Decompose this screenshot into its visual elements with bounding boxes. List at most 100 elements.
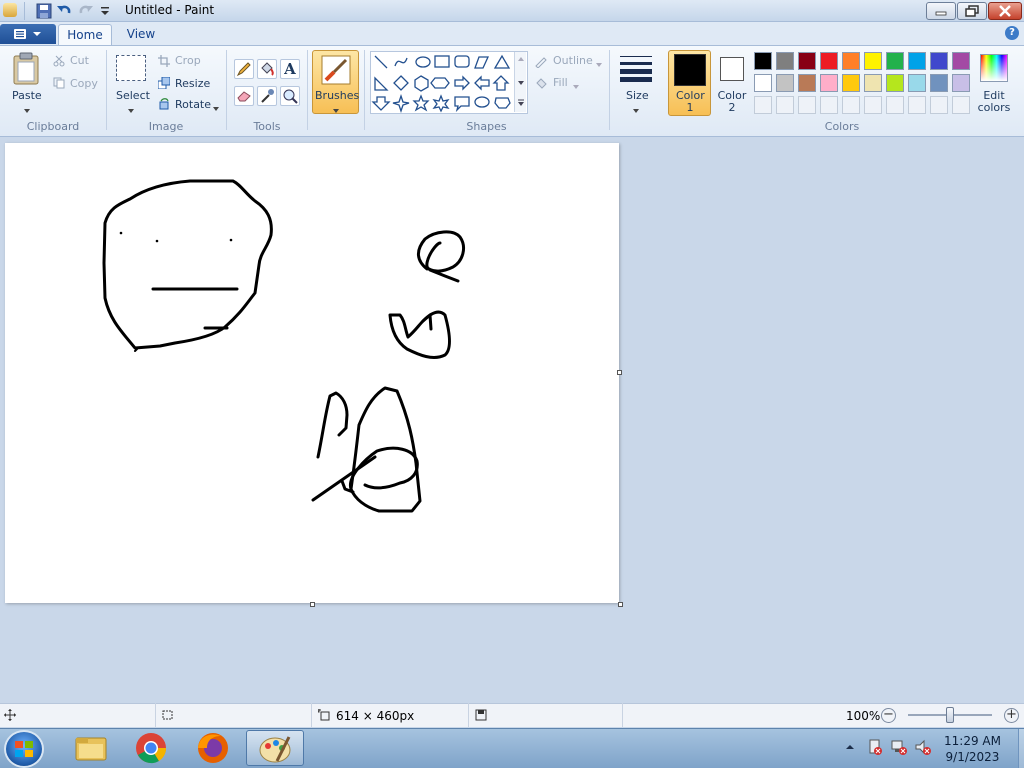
outline-button[interactable]: Outline — [553, 54, 593, 67]
paste-icon[interactable] — [12, 52, 40, 86]
tools-group-label: Tools — [253, 120, 281, 133]
canvas-resize-handle-bottom[interactable] — [310, 602, 315, 607]
paint-app-icon — [3, 3, 17, 17]
palette-color-swatch[interactable] — [754, 74, 772, 92]
color2-number[interactable]: 2 — [717, 101, 747, 114]
fill-button[interactable]: Fill — [553, 76, 568, 89]
group-separator — [307, 50, 308, 130]
palette-empty-swatch[interactable] — [908, 96, 926, 114]
canvas-resize-handle-corner[interactable] — [618, 602, 623, 607]
size-icon[interactable] — [619, 54, 653, 82]
fill-dropdown-icon[interactable] — [572, 80, 580, 89]
palette-color-swatch[interactable] — [798, 52, 816, 70]
taskbar-clock[interactable]: 11:29 AM 9/1/2023 — [930, 733, 1015, 765]
palette-color-swatch[interactable] — [886, 52, 904, 70]
color-picker-icon[interactable] — [257, 86, 277, 106]
taskbar-firefox[interactable] — [185, 730, 241, 766]
crop-icon — [158, 55, 170, 67]
redo-icon[interactable] — [78, 3, 94, 19]
select-button-label[interactable]: Select — [116, 89, 150, 102]
resize-icon — [157, 76, 171, 90]
palette-color-swatch[interactable] — [864, 52, 882, 70]
show-hidden-icons-icon[interactable] — [845, 742, 855, 752]
help-icon[interactable]: ? — [1005, 26, 1019, 40]
palette-empty-swatch[interactable] — [886, 96, 904, 114]
drawing-canvas[interactable] — [5, 143, 619, 603]
tab-view[interactable]: View — [116, 24, 166, 46]
resize-button[interactable]: Resize — [175, 77, 210, 90]
palette-empty-swatch[interactable] — [820, 96, 838, 114]
paste-dropdown-icon[interactable] — [23, 104, 31, 113]
magnifier-icon[interactable] — [280, 86, 300, 106]
show-desktop-button[interactable] — [1018, 729, 1024, 768]
copy-button[interactable]: Copy — [70, 77, 98, 90]
taskbar-paint[interactable] — [246, 730, 304, 766]
cut-button[interactable]: Cut — [70, 54, 89, 67]
crop-button[interactable]: Crop — [175, 54, 201, 67]
zoom-in-icon[interactable]: + — [1004, 708, 1019, 723]
palette-empty-swatch[interactable] — [776, 96, 794, 114]
rotate-dropdown-icon[interactable] — [212, 102, 220, 111]
start-button[interactable] — [4, 730, 44, 768]
palette-color-swatch[interactable] — [842, 52, 860, 70]
group-separator — [609, 50, 610, 130]
color2-swatch[interactable] — [720, 57, 744, 81]
brushes-dropdown-icon[interactable] — [332, 104, 340, 113]
zoom-slider-thumb[interactable] — [946, 707, 954, 723]
network-icon[interactable] — [890, 738, 908, 756]
palette-color-swatch[interactable] — [930, 52, 948, 70]
palette-empty-swatch[interactable] — [930, 96, 948, 114]
palette-color-swatch[interactable] — [952, 52, 970, 70]
palette-color-swatch[interactable] — [886, 74, 904, 92]
palette-color-swatch[interactable] — [930, 74, 948, 92]
canvas-resize-handle-right[interactable] — [617, 370, 622, 375]
edit-colors-label-2[interactable]: colors — [976, 101, 1012, 114]
text-tool-icon[interactable]: A — [280, 59, 300, 79]
zoom-level: 100% — [846, 709, 881, 723]
brushes-label[interactable]: Brushes — [315, 89, 359, 102]
palette-color-swatch[interactable] — [820, 74, 838, 92]
restore-button[interactable] — [957, 2, 987, 20]
palette-empty-swatch[interactable] — [952, 96, 970, 114]
action-center-icon[interactable] — [866, 738, 884, 756]
palette-color-swatch[interactable] — [798, 74, 816, 92]
palette-color-swatch[interactable] — [952, 74, 970, 92]
minimize-button[interactable] — [926, 2, 956, 20]
palette-color-swatch[interactable] — [864, 74, 882, 92]
taskbar-file-explorer[interactable] — [63, 730, 119, 766]
edit-colors-icon[interactable] — [980, 54, 1008, 82]
shapes-gallery[interactable] — [370, 51, 528, 114]
close-button[interactable] — [988, 2, 1022, 20]
eraser-icon[interactable] — [234, 86, 254, 106]
save-icon[interactable] — [36, 3, 52, 19]
palette-color-swatch[interactable] — [776, 52, 794, 70]
palette-color-swatch[interactable] — [908, 52, 926, 70]
palette-color-swatch[interactable] — [908, 74, 926, 92]
palette-empty-swatch[interactable] — [798, 96, 816, 114]
size-label[interactable]: Size — [626, 89, 649, 102]
zoom-out-icon[interactable]: − — [881, 708, 896, 723]
paste-button-label[interactable]: Paste — [12, 89, 42, 102]
palette-color-swatch[interactable] — [776, 74, 794, 92]
canvas-size-icon — [318, 709, 330, 721]
pencil-icon[interactable] — [234, 59, 254, 79]
palette-empty-swatch[interactable] — [864, 96, 882, 114]
cursor-position-icon — [4, 709, 16, 721]
size-dropdown-icon[interactable] — [632, 104, 640, 113]
palette-empty-swatch[interactable] — [754, 96, 772, 114]
undo-icon[interactable] — [56, 3, 72, 19]
shapes-scroll[interactable] — [514, 52, 526, 112]
tab-home[interactable]: Home — [58, 24, 112, 46]
customize-quick-access-icon[interactable] — [99, 5, 111, 17]
select-dropdown-icon[interactable] — [127, 104, 135, 113]
palette-empty-swatch[interactable] — [842, 96, 860, 114]
palette-color-swatch[interactable] — [754, 52, 772, 70]
palette-color-swatch[interactable] — [842, 74, 860, 92]
palette-color-swatch[interactable] — [820, 52, 838, 70]
fill-bucket-icon[interactable] — [257, 59, 277, 79]
paint-menu-button[interactable] — [0, 24, 56, 44]
outline-dropdown-icon[interactable] — [595, 58, 603, 67]
taskbar-chrome[interactable] — [123, 730, 179, 766]
select-icon[interactable] — [116, 55, 146, 81]
rotate-button[interactable]: Rotate — [175, 98, 211, 111]
